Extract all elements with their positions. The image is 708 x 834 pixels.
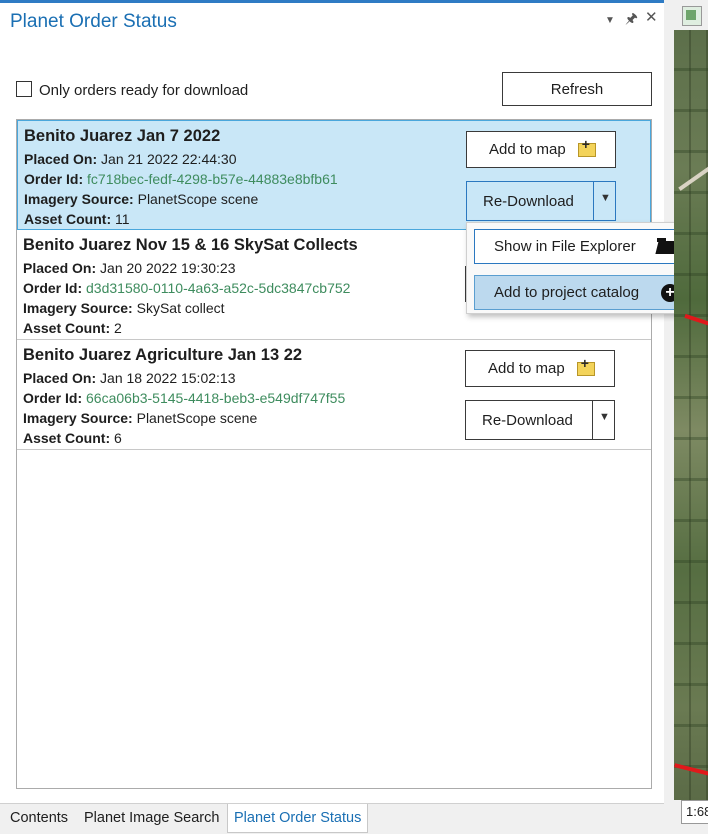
planet-order-status-pane: Planet Order Status ▼ 🖈 ✕ Only orders re… bbox=[0, 0, 664, 803]
map-view[interactable] bbox=[674, 30, 708, 800]
add-to-map-icon bbox=[576, 355, 595, 376]
order-placed-on: Placed On: Jan 18 2022 15:02:13 bbox=[23, 370, 236, 386]
order-title: Benito Juarez Jan 7 2022 bbox=[24, 127, 221, 145]
order-title: Benito Juarez Nov 15 & 16 SkySat Collect… bbox=[23, 236, 358, 254]
order-title: Benito Juarez Agriculture Jan 13 22 bbox=[23, 346, 303, 364]
orders-list: Benito Juarez Jan 7 2022 Placed On: Jan … bbox=[16, 119, 652, 789]
order-placed-on: Placed On: Jan 21 2022 22:44:30 bbox=[24, 151, 237, 167]
redownload-button[interactable]: Re-Download ▼ bbox=[465, 400, 615, 440]
order-imagery-source: Imagery Source: PlanetScope scene bbox=[24, 191, 259, 207]
pin-icon[interactable]: 🖈 bbox=[625, 10, 638, 26]
chevron-down-icon[interactable]: ▼ bbox=[599, 411, 610, 423]
ready-filter-checkbox[interactable] bbox=[16, 81, 32, 97]
pane-options-dropdown-icon[interactable]: ▼ bbox=[605, 13, 615, 29]
order-asset-count: Asset Count: 11 bbox=[24, 211, 130, 227]
refresh-button[interactable]: Refresh bbox=[502, 72, 652, 106]
add-to-map-button[interactable]: Add to map bbox=[465, 350, 615, 387]
order-asset-count: Asset Count: 2 bbox=[23, 320, 122, 336]
map-scale-field[interactable]: 1:68 bbox=[681, 800, 708, 824]
pane-title: Planet Order Status bbox=[10, 11, 177, 32]
map-boundary-line bbox=[674, 763, 708, 777]
map-thumbnail-icon[interactable] bbox=[682, 6, 702, 26]
order-item[interactable]: Benito Juarez Agriculture Jan 13 22 Plac… bbox=[17, 340, 651, 450]
order-id: Order Id: 66ca06b3-5145-4418-beb3-e549df… bbox=[23, 390, 346, 406]
dock-tabs: Contents Planet Image Search Planet Orde… bbox=[0, 803, 664, 834]
order-id: Order Id: d3d31580-0110-4a63-a52c-5dc384… bbox=[23, 280, 351, 296]
add-to-project-catalog-item[interactable]: Add to project catalog + bbox=[474, 275, 696, 310]
tab-planet-image-search[interactable]: Planet Image Search bbox=[78, 804, 225, 832]
map-boundary-line bbox=[684, 313, 708, 331]
redownload-dropdown-menu: Show in File Explorer Add to project cat… bbox=[466, 222, 702, 314]
chevron-down-icon[interactable]: ▼ bbox=[600, 192, 611, 204]
order-item[interactable]: Benito Juarez Jan 7 2022 Placed On: Jan … bbox=[17, 120, 651, 230]
ready-filter-label: Only orders ready for download bbox=[39, 82, 249, 99]
close-icon[interactable]: ✕ bbox=[645, 10, 658, 26]
order-imagery-source: Imagery Source: SkySat collect bbox=[23, 300, 225, 316]
map-road bbox=[678, 153, 708, 191]
order-asset-count: Asset Count: 6 bbox=[23, 430, 122, 446]
order-placed-on: Placed On: Jan 20 2022 19:30:23 bbox=[23, 260, 236, 276]
redownload-button[interactable]: Re-Download ▼ bbox=[466, 181, 616, 221]
order-imagery-source: Imagery Source: PlanetScope scene bbox=[23, 410, 258, 426]
add-to-map-icon bbox=[577, 136, 596, 157]
add-to-map-button[interactable]: Add to map bbox=[466, 131, 616, 168]
pane-accent-bar bbox=[0, 0, 664, 3]
tab-contents[interactable]: Contents bbox=[4, 804, 74, 832]
order-id: Order Id: fc718bec-fedf-4298-b57e-44883e… bbox=[24, 171, 338, 187]
show-in-file-explorer-item[interactable]: Show in File Explorer bbox=[474, 229, 696, 264]
tab-planet-order-status[interactable]: Planet Order Status bbox=[227, 804, 369, 833]
